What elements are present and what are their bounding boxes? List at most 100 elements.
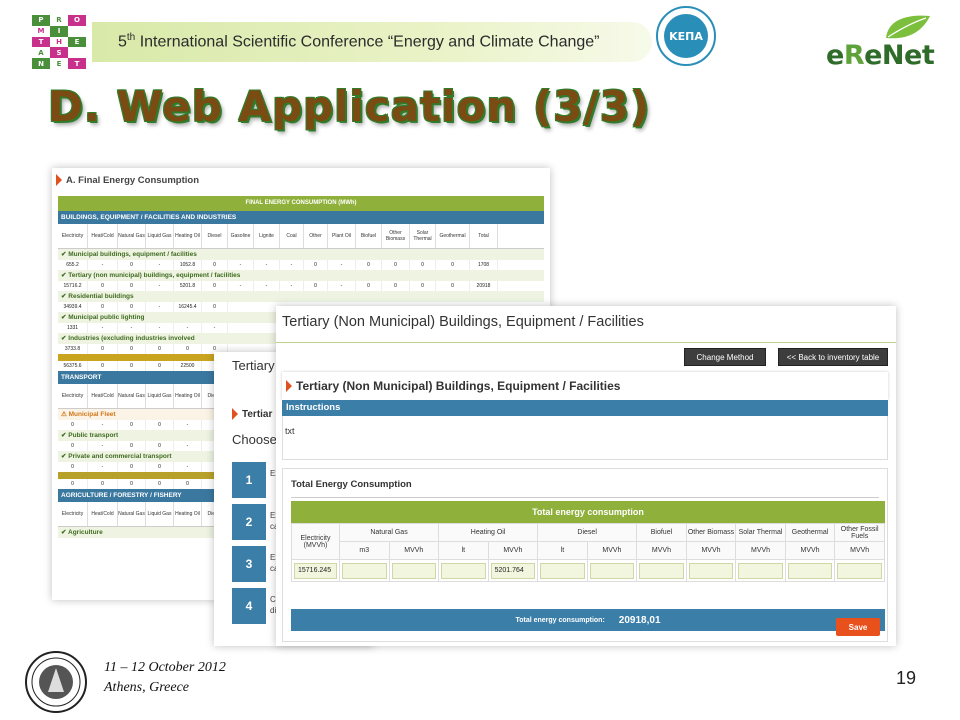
geothermal-input[interactable] [787,562,833,579]
title-divider [276,342,896,343]
arrow-right-icon [232,408,238,420]
table-cell: 22500 [174,361,202,371]
natural-gas-m3-input[interactable] [342,562,387,579]
table-cell: - [174,462,202,472]
category-row[interactable]: ✔ Residential buildings [58,291,544,302]
table-cell: 0 [88,281,118,291]
col-geothermal: Geothermal [784,523,836,542]
units-row: m3 MVVh lt MVVh lt MVVh MVVh MVVh MVVh M… [292,541,885,560]
heating-oil-lt-input[interactable] [441,562,486,579]
change-method-button[interactable]: Change Method [684,348,766,366]
col-other-fossil: Other Fossil Fuels [834,523,885,542]
column-header: Plant Oil [328,224,356,248]
step-2-button[interactable]: 2 [232,504,266,540]
col-natural-gas: Natural Gas [338,523,440,542]
diesel-mwh-input[interactable] [589,562,635,579]
column-header: Total [470,224,498,248]
table-cell: - [88,260,118,270]
conference-title: 5th International Scientific Conference … [118,32,600,51]
energy-table: Electricity (MVVh) Natural Gas Heating O… [291,523,885,582]
form-title: Tertiary (Non Municipal) Buildings, Equi… [282,314,644,330]
logo-cell [68,47,86,59]
logo-cell: N [32,58,50,69]
slide-title: D. Web Application (3/3) [48,82,651,131]
table-cell: - [254,260,280,270]
col-diesel: Diesel [537,523,638,542]
column-header: Liquid Gas [146,502,174,526]
table-cell: 15716.2 [58,281,88,291]
total-label: Total energy consumption: [515,616,605,624]
save-button[interactable]: Save [836,618,880,636]
column-header: Natural Gas [118,502,146,526]
table-cell: 5201.8 [174,281,202,291]
table-cell: 0 [118,344,146,354]
table-cell: - [254,281,280,291]
table-cell: - [228,281,254,291]
step-4-button[interactable]: 4 [232,588,266,624]
table-cell: 0 [118,420,146,430]
table-cell: - [202,323,228,333]
logo-cell: E [50,58,68,69]
electricity-input[interactable]: 15716.245 [294,562,337,579]
conference-date: 11 – 12 October 2012 [104,660,226,675]
kepa-logo-icon: ΚΕΠΑ [656,6,716,66]
heating-oil-mwh-input[interactable]: 5201.764 [490,562,536,579]
other-biomass-input[interactable] [688,562,734,579]
natural-gas-mwh-input[interactable] [391,562,437,579]
column-header: Liquid Gas [146,384,174,408]
total-bar: Total energy consumption: 20918,01 [291,609,885,631]
solar-thermal-input[interactable] [738,562,783,579]
table-cell: - [280,281,304,291]
table-cell: 0 [118,441,146,451]
table-cell: 0 [174,479,202,489]
table-cell: 0 [58,479,88,489]
table-cell: - [174,441,202,451]
biofuel-input[interactable] [639,562,684,579]
column-header: Other [304,224,328,248]
table-cell: 0 [146,344,174,354]
table-cell: 0 [146,479,174,489]
category-row[interactable]: ✔ Municipal buildings, equipment / facil… [58,249,544,260]
step-3-button[interactable]: 3 [232,546,266,582]
table-cell: 0 [202,260,228,270]
table-cell: 0 [118,260,146,270]
table-cell: 0 [118,302,146,312]
back-to-inventory-button[interactable]: << Back to inventory table [778,348,888,366]
table-cell: 0 [356,281,382,291]
column-header: Gasoline [228,224,254,248]
total-value: 20918,01 [618,614,661,626]
unit-label: MVVh [784,541,836,560]
table-cell: 56375.6 [58,361,88,371]
category-row[interactable]: ✔ Tertiary (non municipal) buildings, eq… [58,270,544,281]
table-cell: 0 [88,479,118,489]
category-label: Residential buildings [68,293,134,300]
other-fossil-input[interactable] [837,562,882,579]
diesel-lt-input[interactable] [540,562,585,579]
table-cell: - [328,281,356,291]
category-label: Municipal Fleet [68,411,116,418]
logo-cell [68,25,86,37]
table-cell: 0 [410,260,436,270]
table-cell: 0 [88,344,118,354]
unit-label: MVVh [735,541,786,560]
column-header: Heating Oil [174,224,202,248]
table-cell: - [146,302,174,312]
category-label: Municipal public lighting [68,314,145,321]
column-header: Coal [280,224,304,248]
step-1-button[interactable]: 1 [232,462,266,498]
table-cell: 0 [88,361,118,371]
total-energy-panel: Total Energy Consumption Total energy co… [282,468,888,642]
column-header: Electricity [58,384,88,408]
wizard-subtitle-label: Tertiar [242,408,273,420]
conference-name: International Scientific Conference “Ene… [135,33,600,51]
check-icon: ✔ [61,529,69,536]
unit-label: lt [537,541,588,560]
table-cell: - [174,323,202,333]
section-buildings: BUILDINGS, EQUIPMENT / FACILITIES AND IN… [58,211,544,224]
table-row: 15716.2 0 0-5201.8 0- - -0-0 0 0 0 20918 [58,281,544,291]
column-header: Geothermal [436,224,470,248]
logo-cell: A [32,47,50,59]
table-cell: 0 [146,420,174,430]
table-cell: 0 [304,281,328,291]
table-cell: 1052.8 [174,260,202,270]
